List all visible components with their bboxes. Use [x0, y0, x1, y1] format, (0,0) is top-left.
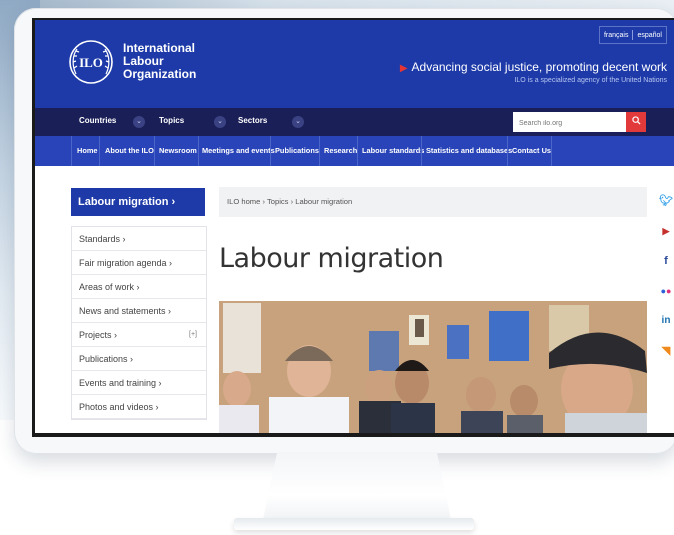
crowd-photo-image	[219, 301, 647, 433]
org-name-line3: Organization	[123, 67, 197, 81]
sidebar-item-standards[interactable]: Standards ›	[72, 227, 206, 251]
sidebar-menu: Standards › Fair migration agenda › Area…	[71, 226, 207, 420]
nav-divider	[319, 136, 320, 166]
nav-about[interactable]: About the ILO	[105, 146, 154, 155]
sidebar-item-fair-migration[interactable]: Fair migration agenda ›	[72, 251, 206, 275]
sidebar-item-label: Standards ›	[79, 234, 126, 244]
breadcrumb[interactable]: ILO home › Topics › Labour migration	[219, 187, 647, 217]
nav-sectors[interactable]: Sectors	[238, 116, 267, 125]
linkedin-icon[interactable]: in	[657, 312, 674, 330]
youtube-icon[interactable]: ▶	[657, 222, 674, 240]
chevron-down-icon[interactable]: ⌄	[214, 116, 226, 128]
sidebar-item-label: Events and training ›	[79, 378, 162, 388]
language-switcher: français español	[598, 26, 667, 44]
sidebar-item-photos[interactable]: Photos and videos ›	[72, 395, 206, 419]
search-button[interactable]	[626, 112, 646, 132]
chevron-down-icon[interactable]: ⌄	[292, 116, 304, 128]
search-icon	[631, 116, 641, 125]
sidebar-item-label: Projects ›	[79, 330, 118, 340]
nav-divider	[507, 136, 508, 166]
monitor-screen: ILO International Labour Organization fr…	[32, 18, 674, 437]
play-arrow-icon: ▶	[399, 63, 408, 74]
nav-contact[interactable]: Contact Us	[512, 146, 551, 155]
page-title: Labour migration	[219, 243, 444, 274]
sidebar-item-label: Photos and videos ›	[79, 402, 159, 412]
lang-french-link[interactable]: français	[600, 32, 633, 39]
nav-newsroom[interactable]: Newsroom	[159, 146, 197, 155]
nav-divider	[154, 136, 155, 166]
search-input[interactable]	[513, 114, 629, 133]
nav-divider	[99, 136, 100, 166]
expand-toggle[interactable]: [+]	[189, 323, 197, 347]
sidebar-item-label: News and statements ›	[79, 306, 172, 316]
sidebar-item-events[interactable]: Events and training ›	[72, 371, 206, 395]
nav-divider	[71, 136, 72, 166]
tagline: ▶ Advancing social justice, promoting dec…	[400, 60, 667, 74]
nav-home[interactable]: Home	[77, 146, 98, 155]
nav-countries[interactable]: Countries	[79, 116, 116, 125]
sidebar-item-areas-of-work[interactable]: Areas of work ›	[72, 275, 206, 299]
nav-divider	[357, 136, 358, 166]
facebook-icon[interactable]: f	[657, 252, 674, 270]
hero-photo	[219, 301, 647, 433]
sidebar-item-projects[interactable]: Projects › [+]	[72, 323, 206, 347]
org-name[interactable]: International Labour Organization	[123, 42, 196, 81]
sidebar-item-label: Areas of work ›	[79, 282, 140, 292]
nav-divider	[551, 136, 552, 166]
ilo-emblem-icon[interactable]: ILO	[67, 38, 115, 86]
secondary-nav: Home About the ILO Newsroom Meetings and…	[35, 136, 674, 166]
sidebar-title[interactable]: Labour migration ›	[71, 188, 205, 216]
nav-labour-standards[interactable]: Labour standards	[362, 146, 424, 155]
nav-divider	[421, 136, 422, 166]
site-header: ILO International Labour Organization fr…	[35, 20, 674, 108]
primary-nav: Countries ⌄ Topics ⌄ Sectors ⌄	[35, 108, 674, 136]
social-links: 🐦︎ ▶ f ●● in ◥	[657, 192, 674, 372]
flickr-icon[interactable]: ●●	[657, 282, 674, 300]
sidebar-item-label: Fair migration agenda ›	[79, 258, 173, 268]
nav-research[interactable]: Research	[324, 146, 357, 155]
lang-spanish-link[interactable]: español	[633, 32, 666, 39]
search-box	[513, 112, 629, 133]
monitor-stand-neck	[262, 452, 452, 524]
sidebar-item-news[interactable]: News and statements ›	[72, 299, 206, 323]
svg-text:ILO: ILO	[79, 55, 103, 70]
rss-icon[interactable]: ◥	[657, 342, 674, 360]
nav-statistics[interactable]: Statistics and databases	[426, 146, 512, 155]
ilo-website: ILO International Labour Organization fr…	[35, 20, 674, 433]
nav-publications[interactable]: Publications	[275, 146, 319, 155]
twitter-icon[interactable]: 🐦︎	[657, 192, 674, 210]
subtagline: ILO is a specialized agency of the Unite…	[514, 77, 667, 84]
sidebar-item-label: Publications ›	[79, 354, 134, 364]
nav-meetings[interactable]: Meetings and events	[202, 146, 275, 155]
sidebar-item-publications[interactable]: Publications ›	[72, 347, 206, 371]
monitor-stand-base	[234, 518, 474, 530]
nav-topics[interactable]: Topics	[159, 116, 184, 125]
nav-divider	[270, 136, 271, 166]
nav-divider	[198, 136, 199, 166]
chevron-down-icon[interactable]: ⌄	[133, 116, 145, 128]
tagline-text: Advancing social justice, promoting dece…	[411, 60, 667, 74]
